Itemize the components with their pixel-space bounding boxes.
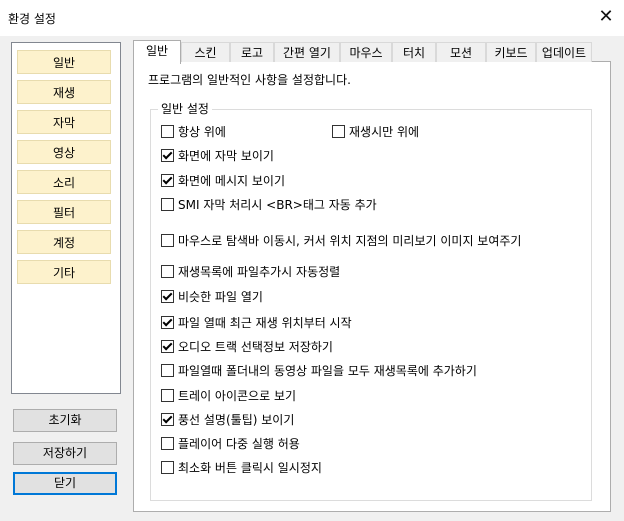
nav-item-subtitle[interactable]: 자막: [17, 110, 111, 134]
option-always-on-top[interactable]: 항상 위에: [161, 124, 226, 140]
checkbox-checked-icon[interactable]: [161, 290, 174, 303]
window-title: 환경 설정: [8, 12, 56, 26]
option-show-messages[interactable]: 화면에 메시지 보이기: [161, 173, 285, 189]
checkbox-icon[interactable]: [161, 364, 174, 377]
checkbox-icon[interactable]: [161, 461, 174, 474]
close-icon[interactable]: ✕: [596, 6, 616, 28]
checkbox-icon[interactable]: [161, 234, 174, 247]
option-add-folder-videos[interactable]: 파일열때 폴더내의 동영상 파일을 모두 재생목록에 추가하기: [161, 363, 477, 379]
tab-skin[interactable]: 스킨: [181, 42, 230, 62]
checkbox-checked-icon[interactable]: [161, 174, 174, 187]
nav-item-etc[interactable]: 기타: [17, 260, 111, 284]
checkbox-checked-icon[interactable]: [161, 316, 174, 329]
option-open-similar-files[interactable]: 비슷한 파일 열기: [161, 289, 263, 305]
tab-mouse[interactable]: 마우스: [340, 42, 392, 62]
nav-item-video[interactable]: 영상: [17, 140, 111, 164]
tab-panel-general: 프로그램의 일반적인 사항을 설정합니다. 일반 설정 항상 위에 재생시만 위…: [133, 61, 611, 512]
option-on-top-while-playing[interactable]: 재생시만 위에: [332, 124, 419, 140]
checkbox-icon[interactable]: [161, 265, 174, 278]
category-list: 일반 재생 자막 영상 소리 필터 계정 기타: [11, 42, 121, 394]
checkbox-checked-icon[interactable]: [161, 340, 174, 353]
reset-button[interactable]: 초기화: [13, 409, 117, 432]
option-show-tooltips[interactable]: 풍선 설명(툴팁) 보이기: [161, 412, 294, 428]
option-smi-br-tag[interactable]: SMI 자막 처리시 <BR>태그 자동 추가: [161, 197, 377, 213]
nav-item-audio[interactable]: 소리: [17, 170, 111, 194]
checkbox-icon[interactable]: [161, 389, 174, 402]
option-multiple-instances[interactable]: 플레이어 다중 실행 허용: [161, 436, 300, 452]
nav-item-general[interactable]: 일반: [17, 50, 111, 74]
checkbox-icon[interactable]: [161, 198, 174, 211]
title-bar: 환경 설정 ✕: [0, 0, 624, 36]
checkbox-checked-icon[interactable]: [161, 413, 174, 426]
tab-keyboard[interactable]: 키보드: [486, 42, 536, 62]
tab-logo[interactable]: 로고: [230, 42, 274, 62]
option-save-audio-track[interactable]: 오디오 트랙 선택정보 저장하기: [161, 339, 333, 355]
option-pause-on-minimize[interactable]: 최소화 버튼 클릭시 일시정지: [161, 460, 322, 476]
tab-update[interactable]: 업데이트: [536, 42, 592, 62]
tab-touch[interactable]: 터치: [392, 42, 436, 62]
tab-motion[interactable]: 모션: [436, 42, 486, 62]
nav-item-playback[interactable]: 재생: [17, 80, 111, 104]
tab-quick-open[interactable]: 간편 열기: [274, 42, 340, 62]
save-button[interactable]: 저장하기: [13, 442, 117, 465]
nav-item-account[interactable]: 계정: [17, 230, 111, 254]
option-tray-icon[interactable]: 트레이 아이콘으로 보기: [161, 388, 296, 404]
checkbox-icon[interactable]: [161, 437, 174, 450]
checkbox-checked-icon[interactable]: [161, 149, 174, 162]
panel-description: 프로그램의 일반적인 사항을 설정합니다.: [148, 73, 351, 87]
option-auto-sort-playlist[interactable]: 재생목록에 파일추가시 자동정렬: [161, 264, 340, 280]
tab-general[interactable]: 일반: [133, 40, 181, 64]
option-show-subtitles[interactable]: 화면에 자막 보이기: [161, 148, 274, 164]
checkbox-icon[interactable]: [332, 125, 345, 138]
option-seek-preview[interactable]: 마우스로 탐색바 이동시, 커서 위치 지점의 미리보기 이미지 보여주기: [161, 233, 521, 249]
option-resume-playback[interactable]: 파일 열때 최근 재생 위치부터 시작: [161, 315, 352, 331]
group-title: 일반 설정: [158, 100, 212, 117]
nav-item-filter[interactable]: 필터: [17, 200, 111, 224]
checkbox-icon[interactable]: [161, 125, 174, 138]
close-button[interactable]: 닫기: [13, 472, 117, 495]
